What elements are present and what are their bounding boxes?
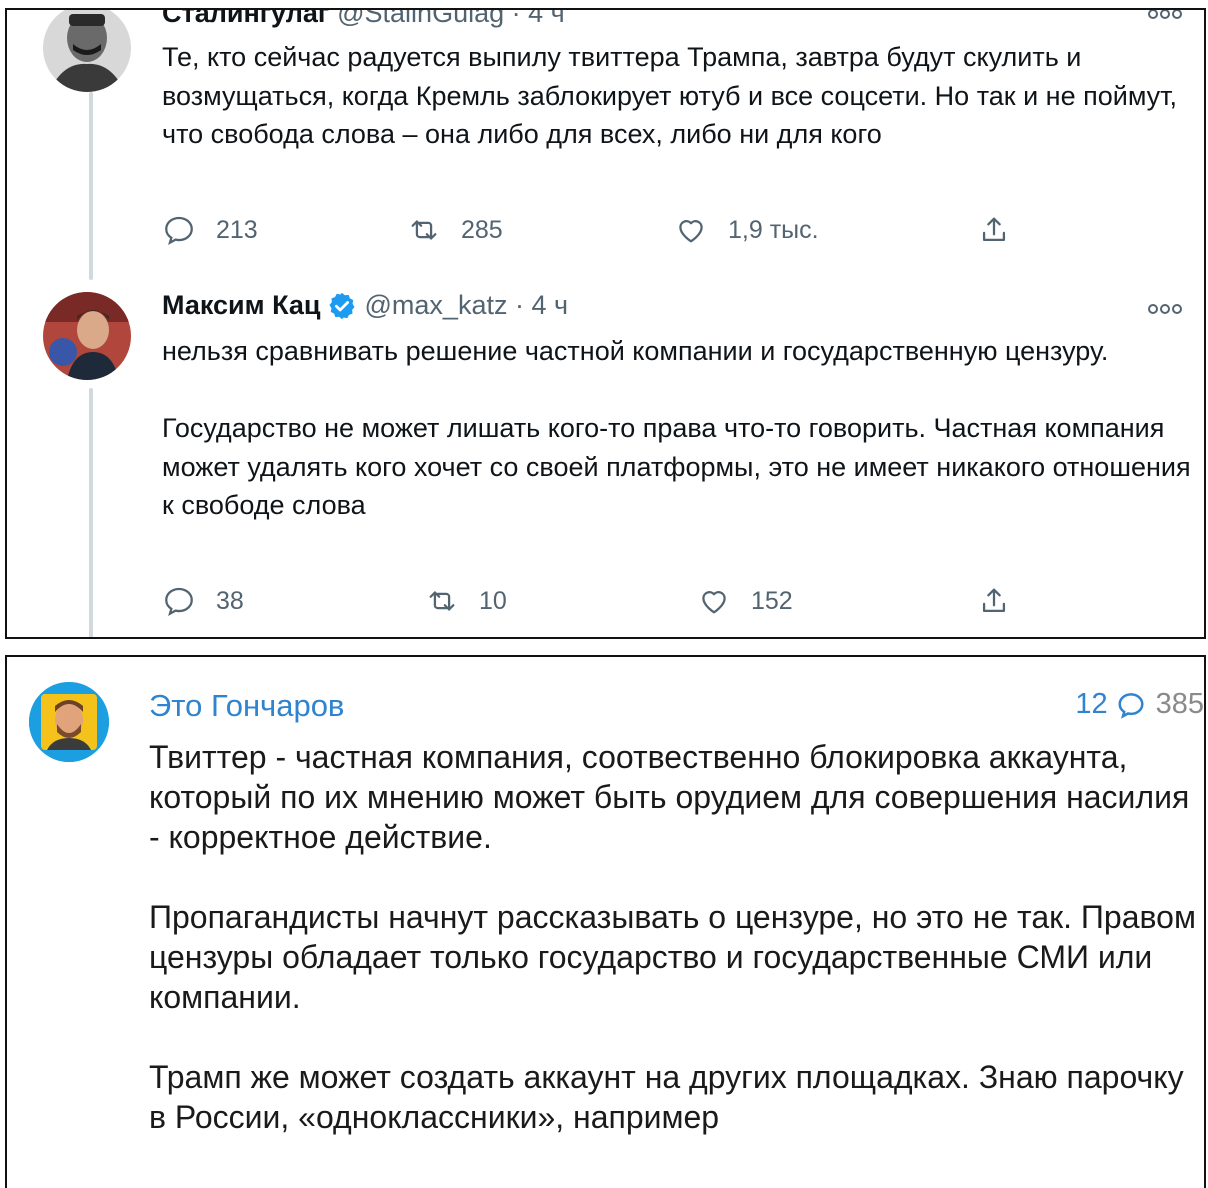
avatar-image-icon	[29, 682, 109, 762]
tweet-actions: 213 285 1,9 тыс.	[162, 210, 1062, 250]
view-count: 385	[1155, 688, 1204, 720]
author-handle[interactable]: @StalinGulag · 4 ч	[337, 10, 565, 29]
telegram-screenshot: Это Гончаров 12 385 Твиттер - частная ко…	[5, 655, 1206, 1188]
retweet-icon	[411, 220, 437, 240]
avatar[interactable]	[43, 10, 131, 92]
post-stats: 12 385	[1075, 688, 1204, 721]
thread-line	[89, 92, 93, 280]
author-name[interactable]: Сталингулаг	[162, 10, 329, 29]
comment-count[interactable]: 12	[1075, 688, 1107, 721]
retweet-button[interactable]: 10	[425, 581, 507, 621]
retweet-count: 285	[461, 215, 503, 244]
channel-name[interactable]: Это Гончаров	[149, 688, 344, 724]
verified-badge-icon	[329, 292, 355, 319]
thread-line	[89, 388, 93, 637]
comment-icon[interactable]	[1116, 690, 1146, 720]
retweet-count: 10	[479, 586, 507, 615]
like-button[interactable]: 1,9 тыс.	[674, 210, 819, 250]
channel-avatar[interactable]	[29, 682, 109, 762]
like-count: 152	[751, 586, 793, 615]
reply-count: 213	[216, 215, 258, 244]
retweet-button[interactable]: 285	[407, 210, 503, 250]
reply-button[interactable]: 38	[162, 581, 244, 621]
avatar-image-icon	[43, 10, 131, 92]
avatar[interactable]	[43, 292, 131, 380]
tweet-header: Максим Кац @max_katz · 4 ч	[162, 290, 568, 321]
share-button[interactable]	[977, 581, 1011, 621]
share-button[interactable]	[977, 210, 1011, 250]
author-handle[interactable]: @max_katz · 4 ч	[365, 290, 569, 321]
share-icon	[982, 217, 1006, 242]
twitter-screenshot: Сталингулаг @StalinGulag · 4 ч Те, кто с…	[5, 8, 1206, 639]
heart-icon	[679, 220, 703, 243]
avatar-image-icon	[43, 292, 131, 380]
tweet-actions: 38 10 152	[162, 581, 1062, 621]
retweet-icon	[429, 591, 455, 611]
reply-button[interactable]: 213	[162, 210, 258, 250]
like-count: 1,9 тыс.	[728, 215, 819, 244]
more-options-icon[interactable]	[1148, 8, 1182, 20]
reply-count: 38	[216, 586, 244, 615]
reply-icon	[165, 216, 193, 246]
tweet-text: нельзя сравнивать решение частной компан…	[162, 336, 1191, 520]
reply-icon	[165, 587, 193, 617]
share-icon	[982, 588, 1006, 613]
post-text: Твиттер - частная компания, соотвественн…	[149, 739, 1196, 1135]
like-button[interactable]: 152	[697, 581, 793, 621]
more-options-icon[interactable]	[1148, 303, 1182, 315]
tweet-text: Те, кто сейчас радуется выпилу твиттера …	[162, 42, 1185, 149]
author-name[interactable]: Максим Кац	[162, 290, 321, 321]
heart-icon	[702, 591, 726, 614]
tweet-header: Сталингулаг @StalinGulag · 4 ч	[162, 10, 565, 29]
